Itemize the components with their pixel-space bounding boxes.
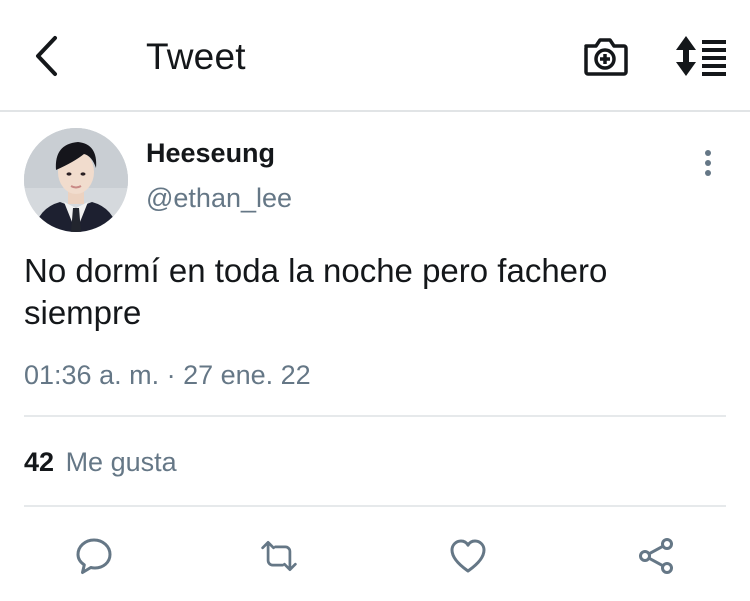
share-button[interactable]: [636, 536, 676, 576]
tweet-timestamp: 01:36 a. m. · 27 ene. 22: [24, 360, 311, 390]
likes-stat[interactable]: 42 Me gusta: [24, 447, 177, 478]
camera-button[interactable]: [582, 34, 628, 78]
share-icon: [639, 538, 673, 574]
sort-button[interactable]: [674, 34, 728, 78]
tweet-text: No dormí en toda la noche pero fachero s…: [24, 252, 608, 331]
camera-plus-icon: [584, 38, 628, 76]
more-options-button[interactable]: [696, 148, 720, 178]
more-dots-icon: [705, 150, 711, 156]
sort-list-icon: [676, 36, 726, 76]
reply-button[interactable]: [74, 536, 114, 576]
avatar[interactable]: [24, 128, 128, 232]
heart-icon: [450, 539, 486, 573]
retweet-icon: [261, 541, 297, 572]
more-dots-icon: [705, 170, 711, 176]
likes-label: Me gusta: [65, 447, 177, 477]
chevron-left-icon: [36, 36, 57, 76]
reply-icon: [76, 538, 112, 574]
retweet-button[interactable]: [259, 536, 299, 576]
top-bar: Tweet: [0, 0, 750, 112]
back-button[interactable]: [26, 34, 66, 78]
likes-count: 42: [24, 447, 55, 477]
author-handle[interactable]: @ethan_lee: [146, 183, 292, 214]
like-button[interactable]: [448, 536, 488, 576]
page-title: Tweet: [146, 36, 246, 77]
author-name[interactable]: Heeseung: [146, 138, 275, 169]
divider: [24, 415, 726, 417]
more-dots-icon: [705, 160, 711, 166]
divider: [24, 505, 726, 507]
profile-photo: [24, 128, 128, 232]
